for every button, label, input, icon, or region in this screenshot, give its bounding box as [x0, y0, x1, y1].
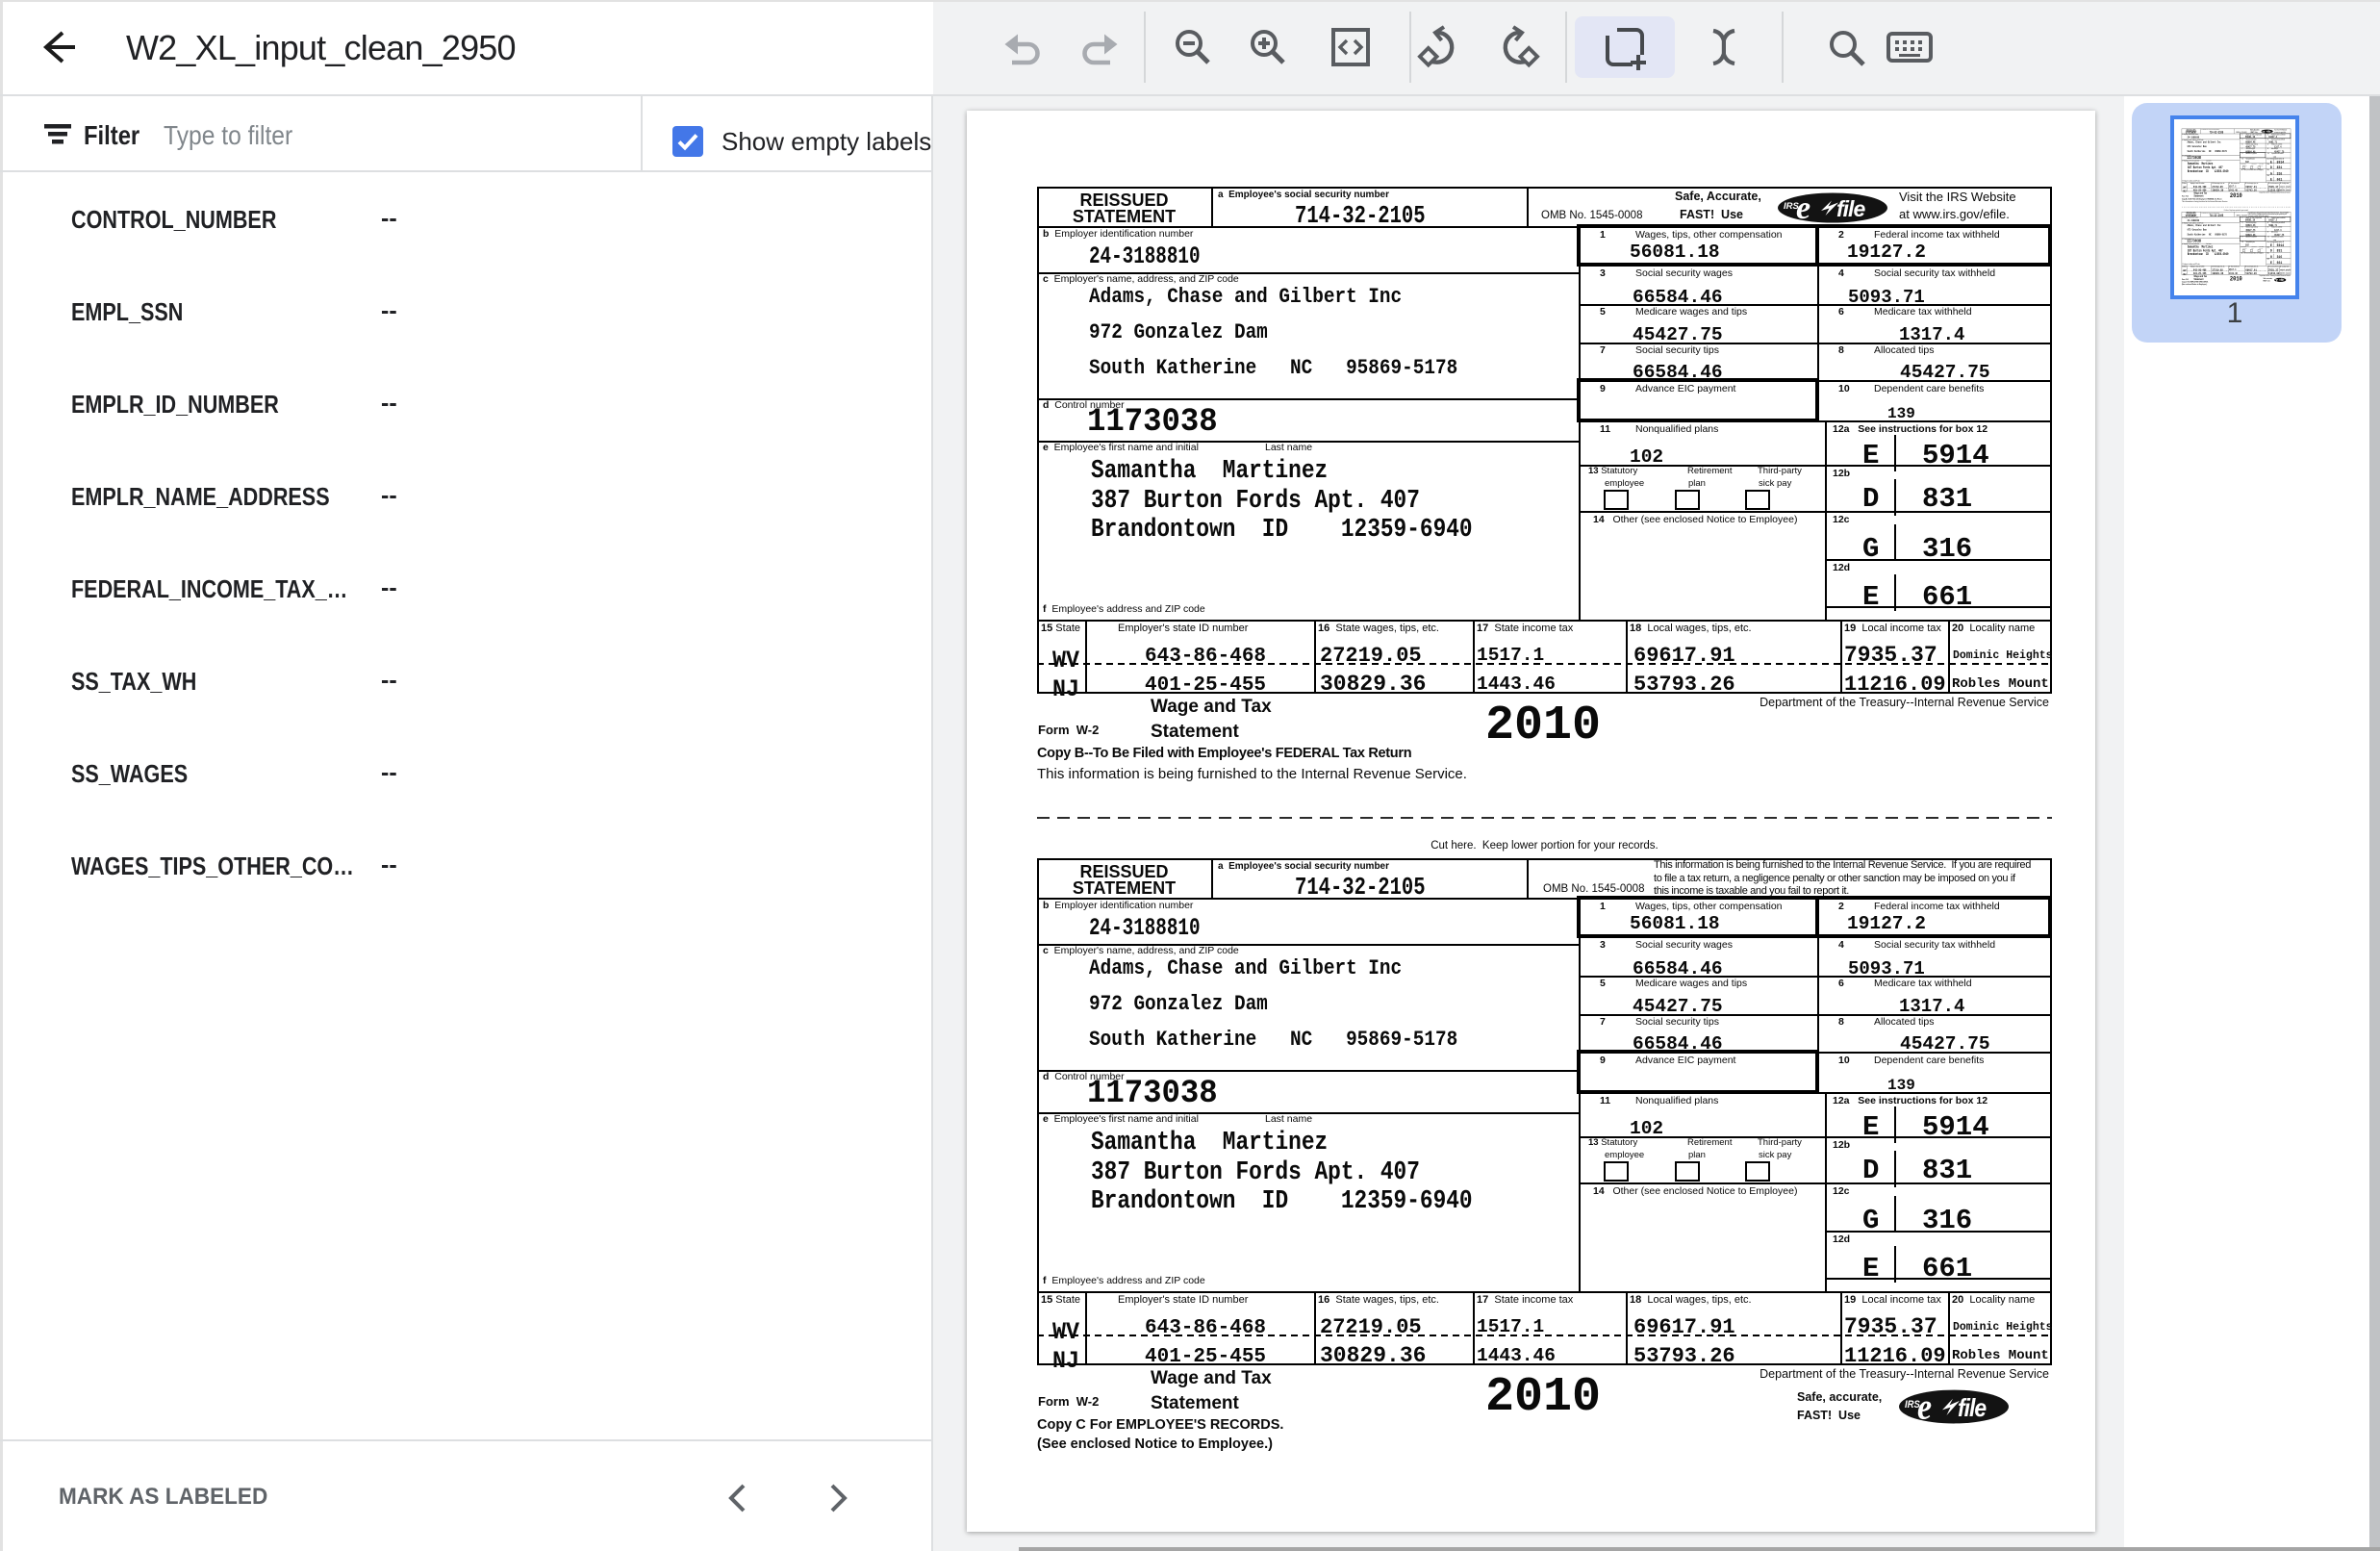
- svg-text:file: file: [2281, 278, 2285, 282]
- svg-text:e: e: [1917, 1389, 1932, 1424]
- svg-text:file: file: [1958, 1395, 1987, 1423]
- svg-text:file: file: [1836, 196, 1865, 221]
- svg-text:e: e: [1796, 192, 1810, 223]
- svg-text:e: e: [2276, 278, 2278, 282]
- svg-text:e: e: [2264, 130, 2266, 134]
